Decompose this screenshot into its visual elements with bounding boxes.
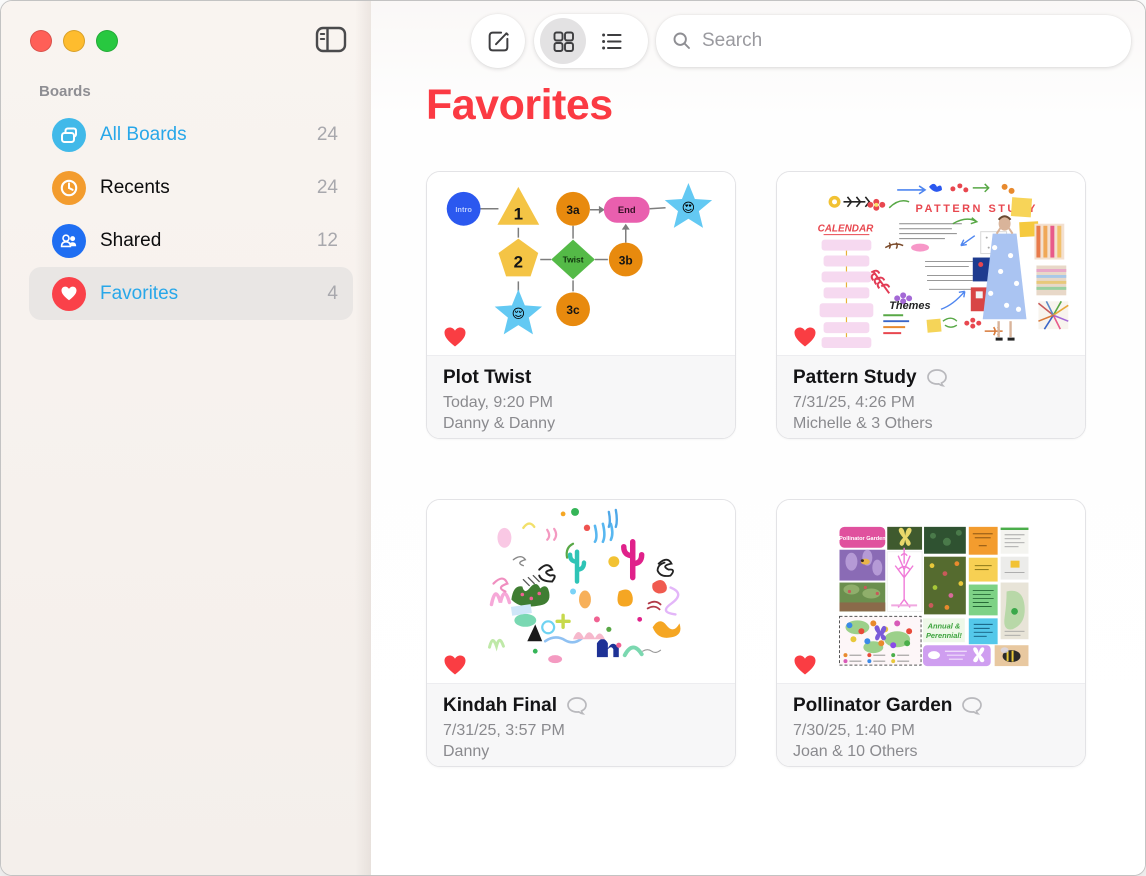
annual-note-line2: Perennial! xyxy=(926,631,962,640)
card-date: Today, 9:20 PM xyxy=(443,392,719,413)
new-board-button[interactable] xyxy=(471,14,525,68)
favorite-heart-icon[interactable] xyxy=(443,654,467,676)
favorite-heart-icon[interactable] xyxy=(443,326,467,348)
recents-clock-icon xyxy=(52,171,86,205)
node-end-label: End xyxy=(618,205,636,216)
node-3a-label: 3a xyxy=(566,203,580,217)
grid-view-icon xyxy=(552,30,575,53)
page-title: Favorites xyxy=(426,81,613,130)
node-twist-label: Twist xyxy=(563,255,584,265)
close-window-button[interactable] xyxy=(30,30,52,52)
card-footer: Plot Twist Today, 9:20 PM Danny & Danny xyxy=(427,355,735,438)
board-thumbnail-plot-twist: Intro 1 3a End 😍 2 Twist 3b 3c xyxy=(427,172,735,356)
comment-bubble-icon xyxy=(926,368,948,388)
view-mode-segmented-control xyxy=(534,14,648,68)
card-title: Pollinator Garden xyxy=(793,695,952,717)
card-footer: Kindah Final 7/31/25, 3:57 PM Danny xyxy=(427,683,735,766)
sidebar-item-shared[interactable]: Shared 12 xyxy=(29,214,353,267)
board-card-pollinator-garden[interactable]: Pollinator Garden xyxy=(776,499,1086,767)
card-people: Joan & 10 Others xyxy=(793,741,1069,762)
sidebar-item-count: 12 xyxy=(317,230,338,252)
sidebar-item-favorites[interactable]: Favorites 4 xyxy=(29,267,353,320)
favorite-heart-icon[interactable] xyxy=(793,654,817,676)
zoom-window-button[interactable] xyxy=(96,30,118,52)
toggle-sidebar-button[interactable] xyxy=(313,25,349,57)
card-people: Michelle & 3 Others xyxy=(793,413,1069,434)
card-title: Kindah Final xyxy=(443,695,557,717)
calendar-label: CALENDAR xyxy=(818,224,875,235)
board-thumbnail-pattern-study: PATTERN STUDY CALENDAR xyxy=(777,172,1085,356)
pollinator-garden-label: Pollinator Garden xyxy=(839,536,886,542)
card-title: Pattern Study xyxy=(793,367,917,389)
node-3c-label: 3c xyxy=(566,303,580,317)
card-date: 7/31/25, 3:57 PM xyxy=(443,720,719,741)
card-date: 7/31/25, 4:26 PM xyxy=(793,392,1069,413)
card-people: Danny xyxy=(443,741,719,762)
pollinator-garden-collage: Pollinator Garden xyxy=(777,500,1086,684)
card-people: Danny & Danny xyxy=(443,413,719,434)
minimize-window-button[interactable] xyxy=(63,30,85,52)
star-bottom-emoji: 😌 xyxy=(512,306,525,321)
star-top-emoji: 😍 xyxy=(682,200,695,215)
plot-twist-flowchart: Intro 1 3a End 😍 2 Twist 3b 3c xyxy=(427,172,736,356)
compose-icon xyxy=(486,29,511,54)
comment-bubble-icon xyxy=(566,696,588,716)
sidebar-item-label: Recents xyxy=(100,177,317,199)
freeform-window: Boards All Boards 24 xyxy=(0,0,1146,876)
sidebar-item-label: All Boards xyxy=(100,124,317,146)
themes-label: Themes xyxy=(889,300,930,312)
sidebar: Boards All Boards 24 xyxy=(1,1,371,875)
sidebar-nav: All Boards 24 Recents 24 xyxy=(29,108,353,320)
board-card-kindah-final[interactable]: Kindah Final 7/31/25, 3:57 PM Danny xyxy=(426,499,736,767)
node-intro-label: Intro xyxy=(455,205,472,214)
sidebar-item-count: 24 xyxy=(317,177,338,199)
card-title: Plot Twist xyxy=(443,367,531,389)
sidebar-item-all-boards[interactable]: All Boards 24 xyxy=(29,108,353,161)
board-thumbnail-kindah-final xyxy=(427,500,735,684)
node-2-label: 2 xyxy=(514,252,523,271)
sidebar-item-label: Favorites xyxy=(100,283,327,305)
node-1-label: 1 xyxy=(514,205,523,224)
annual-note-line1: Annual & xyxy=(927,621,961,630)
list-view-button[interactable] xyxy=(588,18,634,64)
node-3b-label: 3b xyxy=(619,253,633,267)
sidebar-item-count: 24 xyxy=(317,124,338,146)
search-input[interactable] xyxy=(702,30,1115,52)
card-footer: Pattern Study 7/31/25, 4:26 PM Michelle … xyxy=(777,355,1085,438)
search-field[interactable] xyxy=(656,15,1131,67)
main-content: Favorites xyxy=(371,1,1145,875)
list-view-icon xyxy=(600,30,623,53)
favorites-heart-icon xyxy=(52,277,86,311)
sidebar-item-count: 4 xyxy=(327,283,338,305)
pattern-study-collage: PATTERN STUDY CALENDAR xyxy=(777,172,1086,356)
board-card-plot-twist[interactable]: Intro 1 3a End 😍 2 Twist 3b 3c xyxy=(426,171,736,439)
sidebar-icon xyxy=(315,26,347,53)
board-card-pattern-study[interactable]: PATTERN STUDY CALENDAR xyxy=(776,171,1086,439)
sidebar-header: Boards xyxy=(39,83,91,100)
board-thumbnail-pollinator-garden: Pollinator Garden xyxy=(777,500,1085,684)
grid-view-button[interactable] xyxy=(540,18,586,64)
comment-bubble-icon xyxy=(961,696,983,716)
card-date: 7/30/25, 1:40 PM xyxy=(793,720,1069,741)
sidebar-item-recents[interactable]: Recents 24 xyxy=(29,161,353,214)
search-icon xyxy=(672,31,692,51)
all-boards-icon xyxy=(52,118,86,152)
shared-people-icon xyxy=(52,224,86,258)
kindah-final-doodles xyxy=(427,500,736,684)
favorite-heart-icon[interactable] xyxy=(793,326,817,348)
card-footer: Pollinator Garden 7/30/25, 1:40 PM Joan … xyxy=(777,683,1085,766)
sidebar-item-label: Shared xyxy=(100,230,317,252)
